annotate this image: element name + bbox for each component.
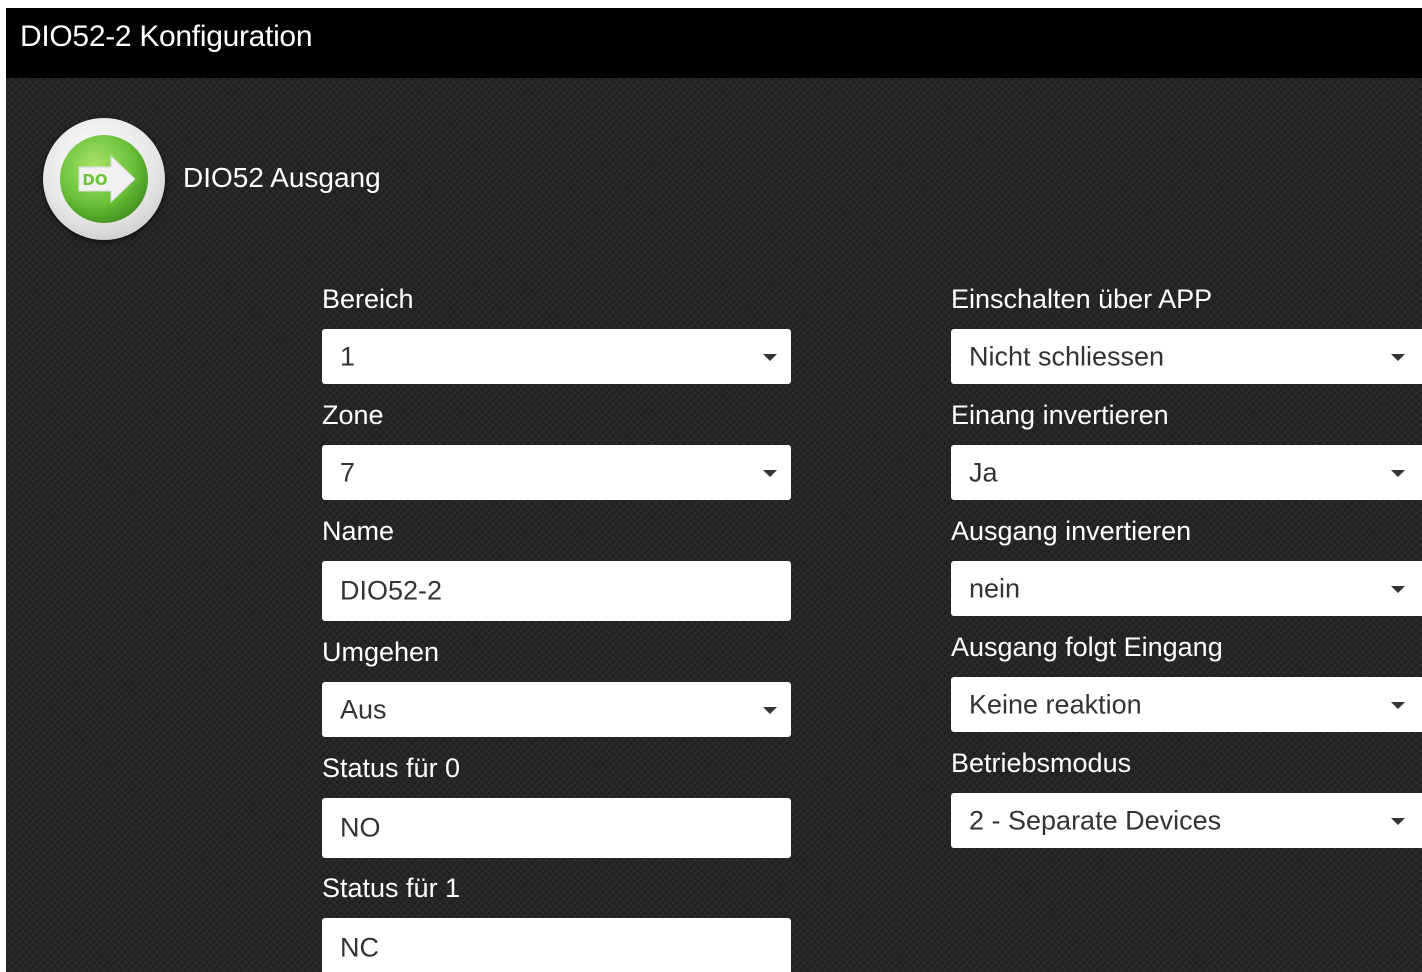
- chevron-down-icon: [763, 469, 777, 477]
- chevron-down-icon: [1391, 469, 1405, 477]
- do-arrow-icon: DO: [43, 118, 165, 240]
- chevron-down-icon: [763, 706, 777, 714]
- chevron-down-icon: [1391, 353, 1405, 361]
- chevron-down-icon: [1391, 817, 1405, 825]
- config-window: DIO52-2 Konfiguration DO DIO52 Ausgang B…: [6, 8, 1422, 972]
- einschalten-select[interactable]: Nicht schliessen: [951, 329, 1422, 384]
- name-value: DIO52-2: [340, 575, 443, 606]
- status1-input[interactable]: NC: [322, 918, 791, 972]
- einang-value: Ja: [969, 457, 998, 487]
- bereich-select[interactable]: 1: [322, 329, 791, 384]
- ausgang-invertieren-label: Ausgang invertieren: [951, 516, 1192, 546]
- zone-label: Zone: [322, 400, 384, 430]
- einschalten-value: Nicht schliessen: [969, 341, 1165, 371]
- device-label: DIO52 Ausgang: [183, 162, 381, 193]
- einschalten-label: Einschalten über APP: [951, 284, 1213, 314]
- status0-input[interactable]: NO: [322, 798, 791, 858]
- betriebsmodus-value: 2 - Separate Devices: [969, 805, 1222, 835]
- ausgang-invertieren-value: nein: [969, 573, 1021, 603]
- chevron-down-icon: [763, 353, 777, 361]
- bereich-value: 1: [340, 341, 356, 371]
- name-label: Name: [322, 516, 395, 546]
- einang-label: Einang invertieren: [951, 400, 1169, 430]
- ausgang-folgt-label: Ausgang folgt Eingang: [951, 632, 1223, 662]
- name-input[interactable]: DIO52-2: [322, 561, 791, 621]
- bereich-label: Bereich: [322, 284, 414, 314]
- zone-select[interactable]: 7: [322, 445, 791, 500]
- betriebsmodus-label: Betriebsmodus: [951, 748, 1132, 778]
- window-title: DIO52-2 Konfiguration: [20, 20, 313, 53]
- zone-value: 7: [340, 457, 356, 487]
- status1-label: Status für 1: [322, 873, 461, 903]
- chevron-down-icon: [1391, 585, 1405, 593]
- status0-label: Status für 0: [322, 753, 461, 783]
- ausgang-folgt-value: Keine reaktion: [969, 689, 1142, 719]
- betriebsmodus-select[interactable]: 2 - Separate Devices: [951, 793, 1422, 848]
- umgehen-value: Aus: [340, 694, 387, 724]
- umgehen-label: Umgehen: [322, 637, 440, 667]
- status1-value: NC: [340, 932, 379, 963]
- do-icon-text: DO: [82, 171, 107, 189]
- status0-value: NO: [340, 812, 381, 843]
- ausgang-folgt-select[interactable]: Keine reaktion: [951, 677, 1422, 732]
- umgehen-select[interactable]: Aus: [322, 682, 791, 737]
- ausgang-invertieren-select[interactable]: nein: [951, 561, 1422, 616]
- einang-select[interactable]: Ja: [951, 445, 1422, 500]
- title-bar: DIO52-2 Konfiguration: [6, 8, 1422, 78]
- chevron-down-icon: [1391, 701, 1405, 709]
